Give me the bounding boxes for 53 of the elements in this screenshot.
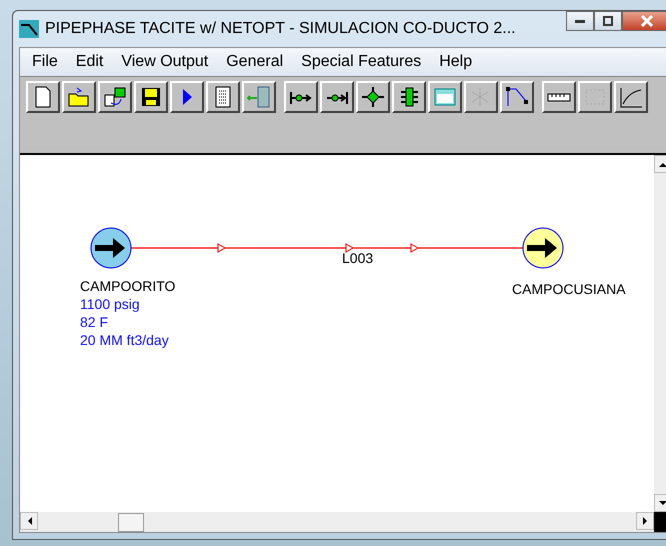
toolbar-button[interactable]	[614, 81, 648, 113]
polyline-icon	[505, 86, 529, 108]
menu-item[interactable]: File	[24, 53, 68, 71]
chart-icon	[619, 86, 643, 108]
door-exit-icon	[247, 86, 271, 108]
minimize-button[interactable]	[566, 11, 594, 31]
window-title: PIPEPHASE TACITE w/ NETOPT - SIMULACION CO-DUCTO 2...	[45, 20, 516, 38]
node-name: CAMPOORITO	[80, 278, 176, 294]
minimize-icon	[575, 20, 585, 22]
down-arrow-icon	[659, 500, 666, 506]
maximize-button[interactable]	[594, 11, 622, 31]
toolbar-button[interactable]	[356, 81, 390, 113]
close-button[interactable]	[622, 11, 666, 31]
menu-item[interactable]: General	[218, 53, 294, 71]
play-icon	[182, 89, 192, 105]
up-arrow-icon	[659, 162, 666, 166]
toolbar-button[interactable]	[206, 81, 240, 113]
menu-item[interactable]: Edit	[68, 53, 114, 71]
calculator-icon	[433, 86, 457, 108]
import-icon	[103, 86, 127, 108]
scroll-right-button[interactable]	[636, 512, 654, 530]
node-detail: 20 MM ft3/day	[80, 331, 169, 349]
right-arrow-icon	[642, 517, 648, 525]
link-label: L003	[342, 250, 374, 266]
toolbar-button[interactable]	[392, 81, 426, 113]
folder-icon	[67, 86, 91, 108]
menu-item[interactable]: Special Features	[293, 53, 432, 71]
close-icon	[641, 15, 653, 27]
source-node-icon[interactable]	[90, 228, 132, 268]
menu-item[interactable]: Help	[431, 53, 482, 71]
toolbar-button[interactable]	[428, 81, 462, 113]
menu-item[interactable]: View Output	[113, 53, 218, 71]
pipeline-link[interactable]	[131, 243, 523, 253]
scroll-left-button[interactable]	[20, 512, 38, 530]
toolbar-button[interactable]	[98, 81, 132, 113]
toolbar-button[interactable]	[134, 81, 168, 113]
toolbar-button[interactable]	[242, 81, 276, 113]
node-name: CAMPOCUSIANA	[512, 281, 626, 297]
node-detail: 1100 psig	[80, 295, 141, 313]
node-detail: 82 F	[80, 313, 110, 331]
sink-node-icon[interactable]	[522, 228, 564, 268]
junction-icon	[361, 86, 385, 108]
app-icon	[19, 20, 39, 38]
toolbar-button[interactable]	[542, 81, 576, 113]
toolbar-button[interactable]	[320, 81, 354, 113]
toolbar-button[interactable]	[170, 81, 204, 113]
maximize-icon	[603, 16, 613, 26]
left-arrow-icon	[26, 517, 32, 525]
toolbar-button[interactable]	[500, 81, 534, 113]
toolbar-button[interactable]	[62, 81, 96, 113]
scroll-thumb[interactable]	[118, 513, 144, 532]
toolbar-button[interactable]	[26, 81, 60, 113]
toolbar-button[interactable]	[284, 81, 318, 113]
